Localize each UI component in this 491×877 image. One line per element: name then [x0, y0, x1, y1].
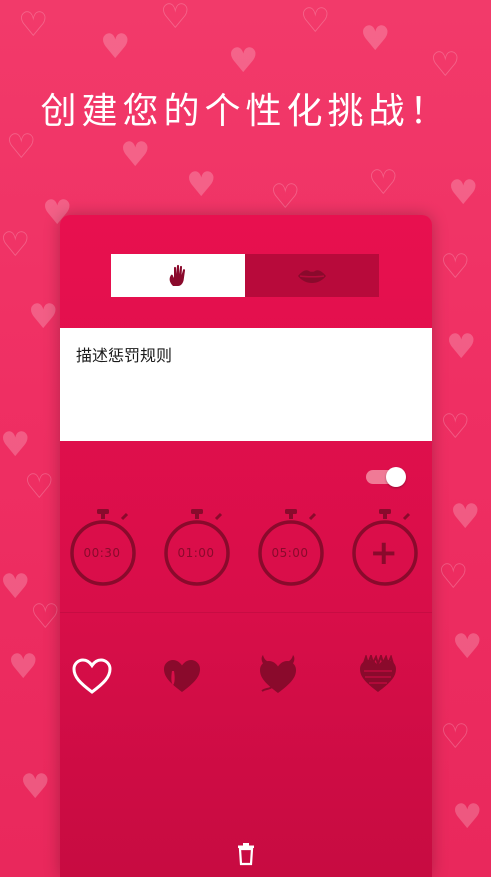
- heart-drip-icon: [164, 660, 200, 692]
- toggle-thumb: [386, 467, 406, 487]
- timer-label: 01:00: [177, 546, 215, 560]
- timer-option-5m[interactable]: 05:00: [258, 505, 330, 587]
- heart-horns-icon: [260, 655, 296, 693]
- bg-heart-icon: ♡: [18, 5, 49, 45]
- bg-heart-icon: ♡: [160, 0, 191, 37]
- segment-hand[interactable]: [111, 254, 245, 297]
- bg-heart-icon: ♥: [228, 41, 259, 81]
- bg-heart-icon: ♡: [368, 163, 399, 203]
- bg-heart-icon: ♡: [440, 247, 471, 287]
- segment-lips[interactable]: [245, 254, 379, 297]
- bg-heart-icon: ♡: [430, 45, 461, 85]
- bg-heart-icon: ♡: [24, 467, 55, 507]
- timer-options: 00:30 01:00 05:00 +: [60, 505, 432, 605]
- heart-outline-icon: [72, 658, 112, 694]
- bg-heart-icon: ♥: [100, 27, 131, 67]
- bg-heart-icon: ♥: [452, 627, 483, 667]
- delete-button[interactable]: [236, 842, 256, 866]
- plus-icon: +: [369, 533, 399, 573]
- bg-heart-icon: ♥: [28, 297, 59, 337]
- bg-heart-icon: ♡: [30, 597, 61, 637]
- bg-heart-icon: ♡: [270, 177, 301, 217]
- section-divider: [60, 612, 432, 613]
- bg-heart-icon: ♥: [452, 797, 483, 837]
- type-segmented-control: [111, 254, 379, 297]
- timer-option-30s[interactable]: 00:30: [70, 505, 142, 587]
- intensity-options: [60, 652, 432, 705]
- page-title: 创建您的个性化挑战！: [40, 91, 451, 132]
- bg-heart-icon: ♡: [0, 225, 31, 265]
- bg-heart-icon: ♥: [20, 767, 51, 807]
- bg-heart-icon: ♡: [300, 1, 331, 41]
- bg-heart-icon: ♥: [186, 165, 217, 205]
- heart-option-scribble[interactable]: [356, 652, 400, 697]
- bg-heart-icon: ♥: [450, 497, 481, 537]
- heart-option-horns[interactable]: [256, 655, 300, 697]
- rules-description-text: 描述惩罚规则: [76, 346, 173, 365]
- add-timer-button[interactable]: +: [352, 505, 424, 587]
- bg-heart-icon: ♥: [8, 647, 39, 687]
- heart-option-outline[interactable]: [70, 655, 114, 697]
- bg-heart-icon: ♥: [448, 173, 479, 213]
- bg-heart-icon: ♥: [360, 19, 391, 59]
- challenge-card: 描述惩罚规则 00:30 01:00 05:00 +: [60, 215, 432, 877]
- bg-heart-icon: ♥: [446, 327, 477, 367]
- bg-heart-icon: ♥: [120, 135, 151, 175]
- lips-icon: [298, 269, 326, 283]
- trash-icon: [238, 843, 254, 866]
- timer-label: 00:30: [83, 546, 121, 560]
- option-toggle-switch[interactable]: [366, 467, 406, 487]
- bg-heart-icon: ♡: [440, 407, 471, 447]
- hand-icon: [169, 264, 186, 286]
- bg-heart-icon: ♡: [438, 557, 469, 597]
- timer-option-1m[interactable]: 01:00: [164, 505, 236, 587]
- heart-option-drip[interactable]: [160, 655, 204, 697]
- bg-heart-icon: ♥: [0, 425, 31, 465]
- bg-heart-icon: ♡: [6, 127, 37, 167]
- bg-heart-icon: ♥: [0, 567, 31, 607]
- timer-label: 05:00: [271, 546, 309, 560]
- bg-heart-icon: ♡: [440, 717, 471, 757]
- heart-scribble-icon: [360, 652, 396, 692]
- rules-description-input[interactable]: 描述惩罚规则: [60, 328, 432, 441]
